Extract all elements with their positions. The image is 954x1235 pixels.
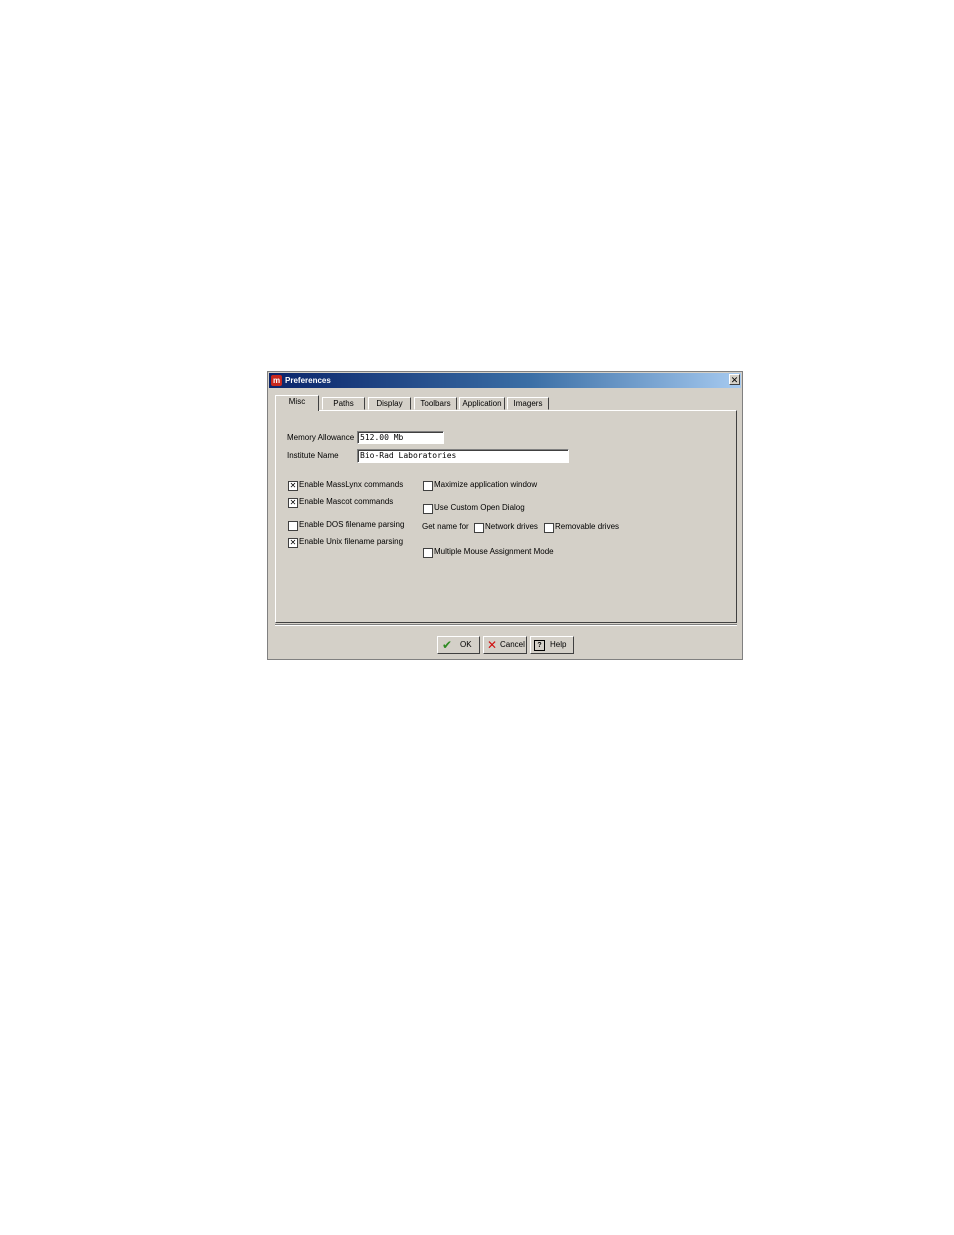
app-logo-icon: m (271, 375, 282, 386)
enable-mascot-checkbox[interactable]: ✕ (288, 498, 298, 508)
network-drives-checkbox[interactable] (474, 523, 484, 533)
help-icon: ? (534, 640, 545, 651)
enable-unix-parsing-checkbox[interactable]: ✕ (288, 538, 298, 548)
maximize-window-checkbox[interactable] (423, 481, 433, 491)
ok-label: OK (460, 640, 472, 649)
tab-display[interactable]: Display (368, 397, 411, 410)
tab-paths[interactable]: Paths (322, 397, 365, 410)
tab-imagers[interactable]: Imagers (507, 397, 549, 410)
network-drives-label: Network drives (485, 522, 538, 531)
memory-allowance-field[interactable]: 512.00 Mb (357, 431, 444, 444)
title-bar[interactable]: m Preferences ✕ (269, 373, 741, 388)
ok-button[interactable]: ✔ OK (437, 636, 480, 654)
checkmark-icon: ✔ (442, 638, 453, 652)
institute-name-label: Institute Name (287, 451, 339, 460)
cancel-button[interactable]: ✕ Cancel (483, 636, 527, 654)
enable-dos-parsing-label: Enable DOS filename parsing (299, 520, 405, 529)
preferences-dialog: m Preferences ✕ Misc Paths Display Toolb… (267, 371, 743, 660)
enable-mascot-label: Enable Mascot commands (299, 497, 394, 506)
custom-open-dialog-label: Use Custom Open Dialog (434, 503, 525, 512)
misc-tab-panel: Memory Allowance 512.00 Mb Institute Nam… (275, 410, 737, 623)
custom-open-dialog-checkbox[interactable] (423, 504, 433, 514)
mouse-assignment-label: Multiple Mouse Assignment Mode (434, 547, 554, 556)
maximize-window-label: Maximize application window (434, 480, 538, 489)
mouse-assignment-checkbox[interactable] (423, 548, 433, 558)
tab-toolbars[interactable]: Toolbars (414, 397, 457, 410)
removable-drives-checkbox[interactable] (544, 523, 554, 533)
enable-masslynx-label: Enable MassLynx commands (299, 480, 404, 489)
button-separator (275, 624, 737, 626)
close-button[interactable]: ✕ (729, 374, 740, 385)
enable-masslynx-checkbox[interactable]: ✕ (288, 481, 298, 491)
tab-application[interactable]: Application (459, 397, 505, 410)
help-label: Help (550, 640, 567, 649)
window-title: Preferences (285, 376, 331, 385)
memory-allowance-label: Memory Allowance (287, 433, 355, 442)
cancel-label: Cancel (500, 640, 525, 649)
enable-dos-parsing-checkbox[interactable] (288, 521, 298, 531)
enable-unix-parsing-label: Enable Unix filename parsing (299, 537, 404, 546)
x-icon: ✕ (487, 638, 498, 652)
removable-drives-label: Removable drives (555, 522, 620, 531)
institute-name-field[interactable]: Bio-Rad Laboratories (357, 449, 569, 463)
help-button[interactable]: ? Help (530, 636, 574, 654)
tab-misc[interactable]: Misc (275, 395, 319, 411)
get-name-for-label: Get name for (422, 522, 469, 531)
